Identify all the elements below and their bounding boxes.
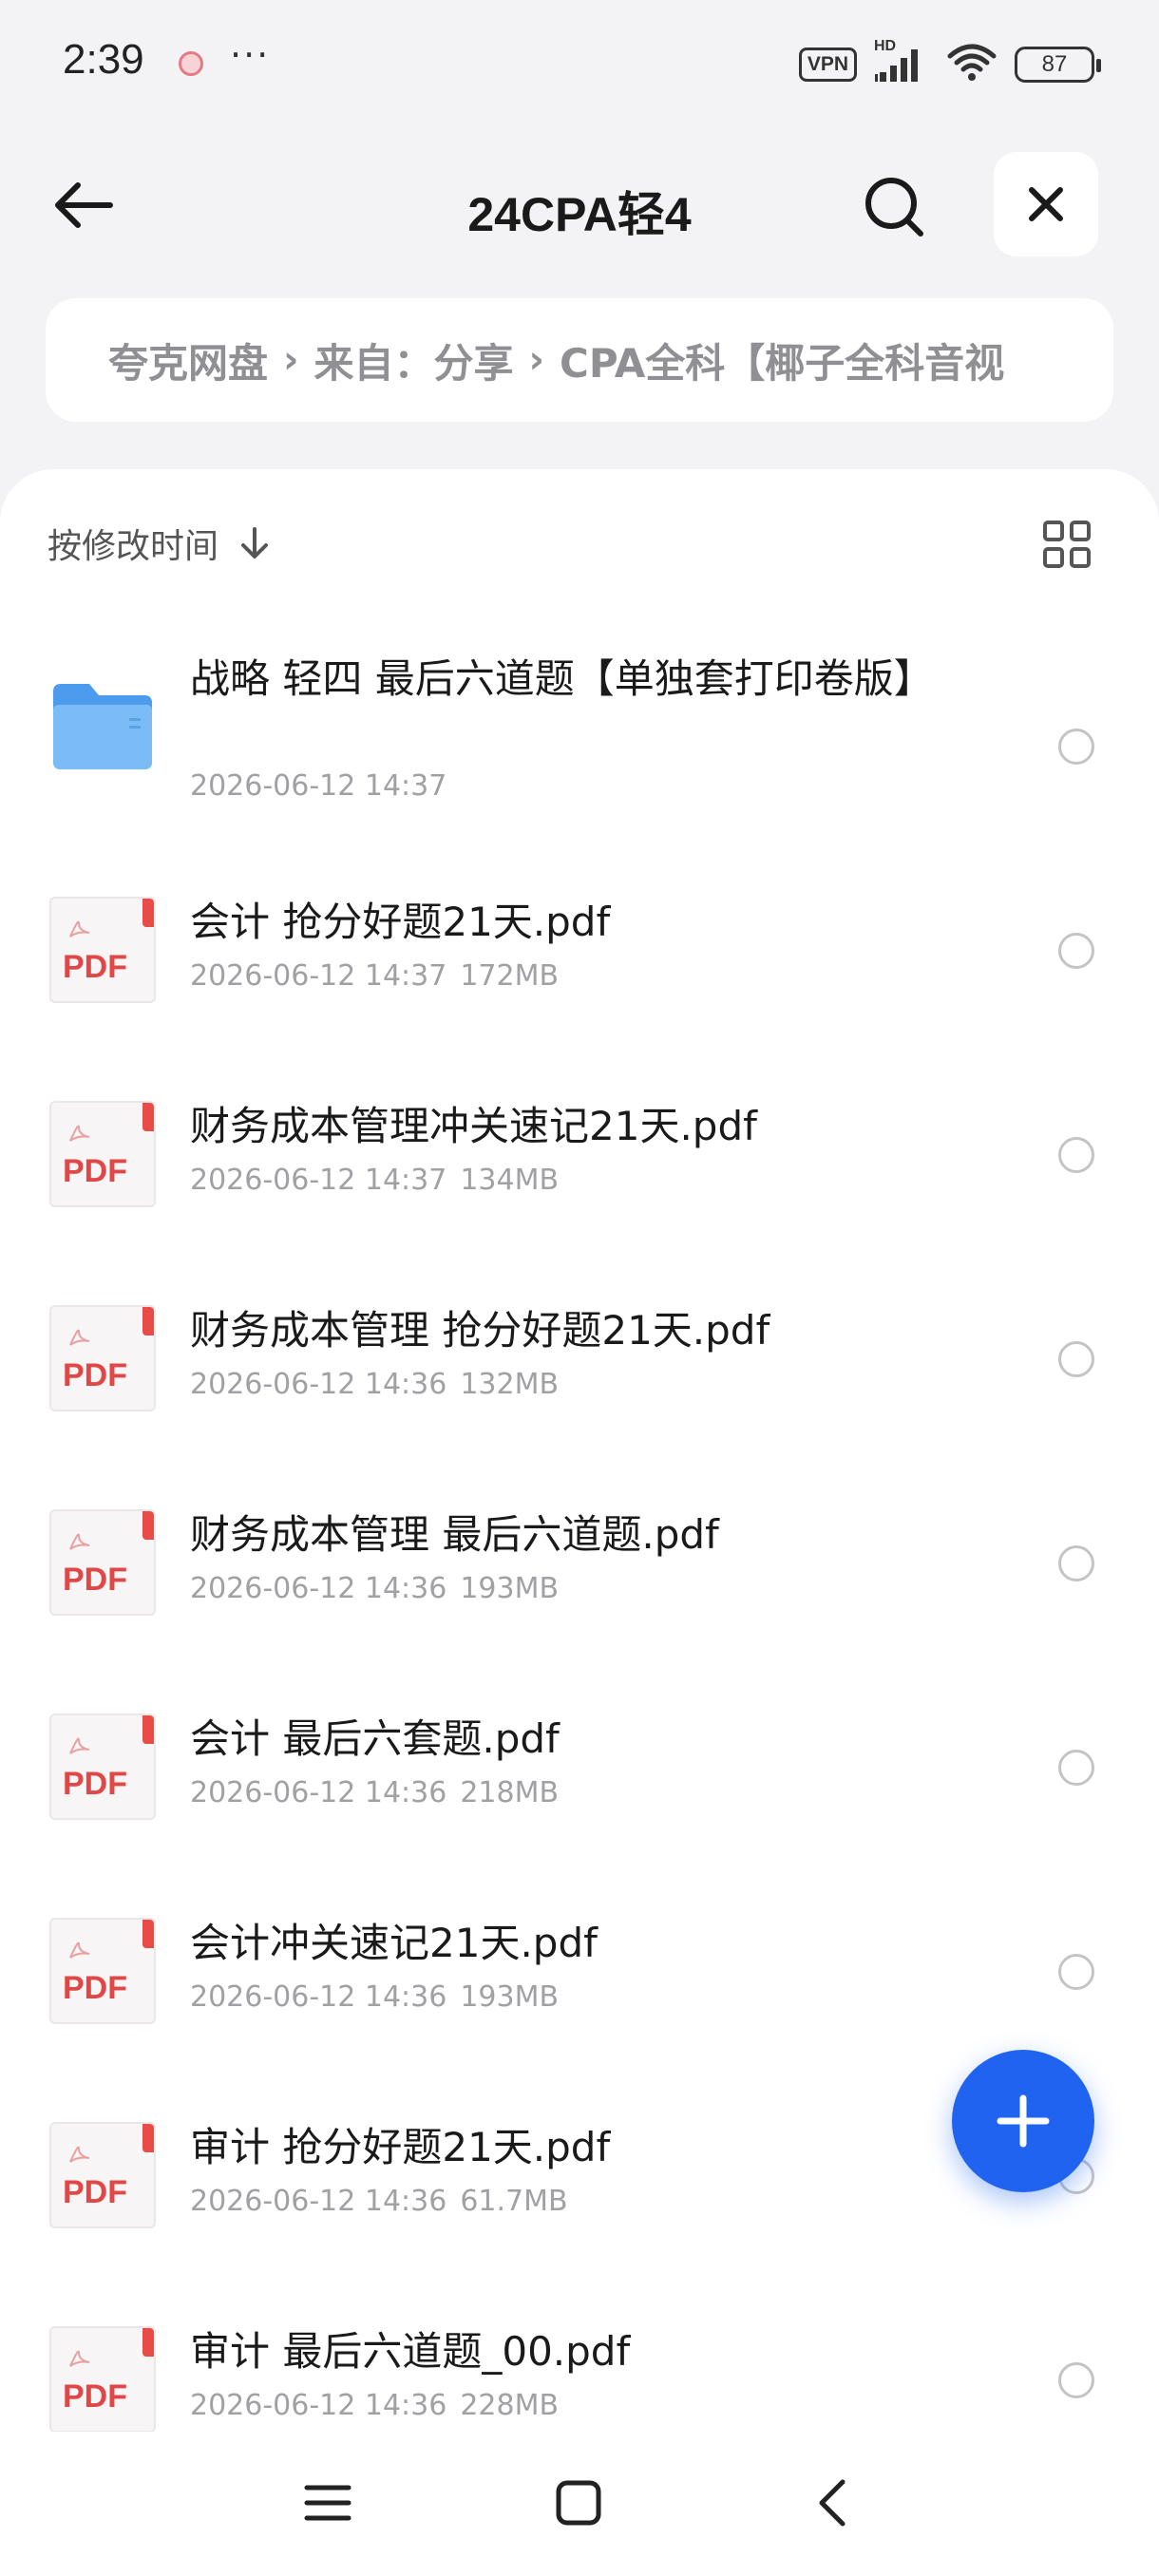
file-meta: 2026-06-12 14:37 172MB [190,959,559,993]
system-nav-bar [0,2432,1159,2576]
file-size: 193MB [460,1572,560,1605]
file-date: 2026-06-12 14:36 [190,1980,447,2014]
list-item[interactable]: PDF 会计 抢分好题21天.pdf 2026-06-12 14:37 172MB [0,887,1159,1077]
list-item[interactable]: PDF 审计 最后六道题_00.pdf 2026-06-12 14:36 228M… [0,2317,1159,2445]
status-bar: 2:39 ··· VPN HD 87 [0,0,1159,133]
pdf-file-icon: PDF [49,897,156,1003]
file-name: 财务成本管理 最后六道题.pdf [190,1511,719,1558]
signal-icon: HD [874,38,929,84]
file-date: 2026-06-12 14:36 [190,1368,447,1401]
breadcrumb-separator-icon: › [528,338,544,382]
file-date: 2026-06-12 14:36 [190,1572,447,1605]
file-meta: 2026-06-12 14:36 218MB [190,1776,559,1809]
file-size: 172MB [460,959,560,993]
pdf-file-icon: PDF [49,1101,156,1207]
search-icon [865,178,923,237]
file-meta: 2026-06-12 14:36 193MB [190,1572,559,1605]
file-size: 132MB [460,1368,560,1401]
sort-button[interactable]: 按修改时间 [48,519,270,568]
file-name: 财务成本管理冲关速记21天.pdf [190,1103,757,1149]
more-notifications-icon: ··· [230,34,271,76]
breadcrumb: 夸克网盘 › 来自：分享 › CPA全科【椰子全科音视 [46,298,1113,422]
file-meta: 2026-06-12 14:36 61.7MB [190,2185,568,2218]
breadcrumb-item-folder[interactable]: CPA全科【椰子全科音视 [560,331,1004,389]
wifi-icon [946,43,998,86]
grid-view-button[interactable] [1041,519,1092,570]
pdf-file-icon: PDF [49,2326,156,2433]
file-name: 会计 抢分好题21天.pdf [190,899,611,945]
battery-level: 87 [1041,51,1068,77]
page-title: 24CPA轻4 [467,188,692,241]
back-nav-button[interactable] [798,2470,864,2536]
file-meta: 2026-06-12 14:37 134MB [190,1164,559,1197]
file-date: 2026-06-12 14:37 [190,959,447,993]
select-radio[interactable] [1058,729,1094,765]
search-button[interactable] [859,171,931,243]
home-nav-button[interactable] [545,2470,612,2536]
file-name: 战略 轻四 最后六道题【单独套打印卷版】 [190,655,934,702]
list-item[interactable]: PDF 财务成本管理冲关速记21天.pdf 2026-06-12 14:37 13… [0,1091,1159,1281]
battery-icon: 87 [1015,47,1101,83]
file-name: 会计 最后六套题.pdf [190,1715,560,1762]
grid-view-icon [1043,521,1091,568]
breadcrumb-separator-icon: › [283,338,299,382]
file-name: 审计 最后六道题_00.pdf [190,2328,631,2375]
menu-nav-button[interactable] [294,2470,361,2536]
file-size: 134MB [460,1164,560,1197]
list-item[interactable]: 战略 轻四 最后六道题【单独套打印卷版】 2026-06-12 14:37 [0,627,1159,836]
vpn-icon: VPN [798,47,857,82]
select-radio[interactable] [1058,1545,1094,1582]
file-date: 2026-06-12 14:36 [190,2389,447,2422]
breadcrumb-item-root[interactable]: 夸克网盘 [108,331,268,389]
pdf-file-icon: PDF [49,1509,156,1616]
pdf-file-icon: PDF [49,1305,156,1411]
file-meta: 2026-06-12 14:36 193MB [190,1980,559,2014]
sort-label: 按修改时间 [48,527,219,566]
breadcrumb-item-share[interactable]: 来自：分享 [314,331,514,389]
file-name: 审计 抢分好题21天.pdf [190,2124,611,2170]
file-size: 193MB [460,1980,560,2014]
select-radio[interactable] [1058,1341,1094,1377]
select-radio[interactable] [1058,933,1094,969]
file-date: 2026-06-12 14:37 [190,769,447,803]
pdf-file-icon: PDF [49,1918,156,2024]
list-item[interactable]: PDF 会计 最后六套题.pdf 2026-06-12 14:36 218MB [0,1704,1159,1894]
close-button[interactable] [994,152,1098,256]
folder-icon [49,678,156,785]
pdf-file-icon: PDF [49,1714,156,1820]
status-time: 2:39 [63,36,144,83]
menu-icon [304,2485,352,2521]
file-meta: 2026-06-12 14:37 [190,769,446,803]
list-item[interactable]: PDF 财务成本管理 抢分好题21天.pdf 2026-06-12 14:36 1… [0,1296,1159,1486]
select-radio[interactable] [1058,1954,1094,1990]
add-button[interactable] [952,2050,1094,2192]
file-name: 财务成本管理 抢分好题21天.pdf [190,1307,770,1354]
home-square-icon [556,2480,601,2526]
list-item[interactable]: PDF 财务成本管理 最后六道题.pdf 2026-06-12 14:36 193… [0,1500,1159,1690]
plus-icon [997,2094,1050,2148]
file-date: 2026-06-12 14:36 [190,2185,447,2218]
file-meta: 2026-06-12 14:36 132MB [190,1368,559,1401]
file-size: 228MB [460,2389,560,2422]
file-date: 2026-06-12 14:36 [190,1776,447,1809]
app-notification-icon [179,51,203,76]
back-chevron-icon [819,2479,846,2527]
file-name: 会计冲关速记21天.pdf [190,1920,598,1966]
pdf-file-icon: PDF [49,2122,156,2228]
select-radio[interactable] [1058,1750,1094,1786]
sort-down-arrow-icon [239,526,270,560]
select-radio[interactable] [1058,2362,1094,2398]
file-size: 61.7MB [460,2185,568,2218]
select-radio[interactable] [1058,1137,1094,1173]
file-date: 2026-06-12 14:37 [190,1164,447,1197]
status-icons: VPN HD 87 [798,38,1101,86]
close-icon [1029,187,1063,221]
file-size: 218MB [460,1776,560,1809]
file-meta: 2026-06-12 14:36 228MB [190,2389,559,2422]
